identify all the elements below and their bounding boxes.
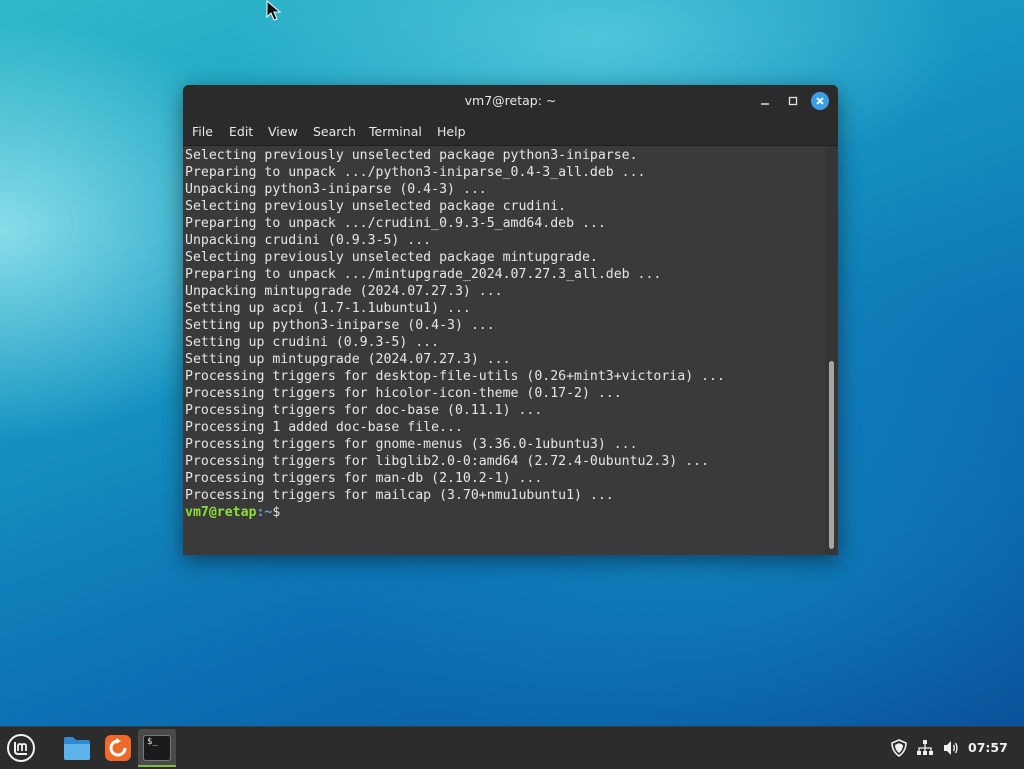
- menu-search[interactable]: Search: [313, 124, 356, 139]
- terminal-line: Processing 1 added doc-base file...: [185, 420, 463, 435]
- menu-view[interactable]: View: [268, 124, 298, 139]
- network-icon: [917, 740, 933, 755]
- maximize-icon: [788, 96, 798, 106]
- files-icon: [64, 737, 90, 760]
- update-manager-launcher[interactable]: [101, 731, 135, 765]
- terminal-lines: Selecting previously unselected package …: [185, 147, 725, 521]
- terminal-line: Selecting previously unselected package …: [185, 199, 567, 214]
- taskbar: $_ 07:57: [0, 726, 1024, 769]
- prompt-user-host: vm7@retap: [185, 505, 257, 520]
- active-window-indicator: [138, 765, 176, 767]
- terminal-window[interactable]: vm7@retap: ~ File Edit View Search Termi…: [183, 85, 838, 555]
- menu-bar: File Edit View Search Terminal Help: [183, 117, 838, 146]
- terminal-line: Unpacking mintupgrade (2024.07.27.3) ...: [185, 284, 503, 299]
- terminal-line: Preparing to unpack .../mintupgrade_2024…: [185, 267, 662, 282]
- terminal-line: Processing triggers for mailcap (3.70+nm…: [185, 488, 614, 503]
- menu-help[interactable]: Help: [437, 124, 466, 139]
- firewall-tray-button[interactable]: [889, 738, 909, 758]
- minimize-button[interactable]: [755, 91, 775, 111]
- terminal-line: Processing triggers for man-db (2.10.2-1…: [185, 471, 543, 486]
- close-button[interactable]: [811, 92, 829, 110]
- text-cursor: [280, 504, 288, 518]
- mint-menu-icon: [7, 734, 35, 762]
- mint-menu-button[interactable]: [4, 731, 38, 765]
- terminal-line: Selecting previously unselected package …: [185, 148, 638, 163]
- shield-icon: [891, 739, 907, 757]
- scrollbar-thumb[interactable]: [829, 361, 834, 549]
- terminal-line: Preparing to unpack .../crudini_0.9.3-5_…: [185, 216, 606, 231]
- files-launcher[interactable]: [60, 731, 94, 765]
- terminal-prompt[interactable]: vm7@retap:~$: [185, 504, 725, 521]
- terminal-output[interactable]: Selecting previously unselected package …: [183, 146, 825, 555]
- terminal-line: Setting up acpi (1.7-1.1ubuntu1) ...: [185, 301, 471, 316]
- window-titlebar[interactable]: vm7@retap: ~: [183, 85, 838, 117]
- terminal-line: Processing triggers for libglib2.0-0:amd…: [185, 454, 710, 469]
- terminal-line: Preparing to unpack .../python3-iniparse…: [185, 165, 646, 180]
- terminal-line: Unpacking python3-iniparse (0.4-3) ...: [185, 182, 487, 197]
- close-icon: [816, 97, 824, 105]
- terminal-line: Unpacking crudini (0.9.3-5) ...: [185, 233, 432, 248]
- mouse-pointer-icon: [266, 0, 282, 21]
- terminal-line: Processing triggers for hicolor-icon-the…: [185, 386, 622, 401]
- terminal-line: Selecting previously unselected package …: [185, 250, 598, 265]
- terminal-line: Processing triggers for doc-base (0.11.1…: [185, 403, 543, 418]
- terminal-line: Setting up crudini (0.9.3-5) ...: [185, 335, 440, 350]
- terminal-scrollbar[interactable]: [825, 146, 838, 555]
- minimize-icon: [761, 103, 769, 105]
- taskbar-clock[interactable]: 07:57: [968, 740, 1008, 755]
- menu-terminal[interactable]: Terminal: [369, 124, 422, 139]
- prompt-symbol: $: [272, 505, 281, 520]
- terminal-line: Processing triggers for gnome-menus (3.3…: [185, 437, 638, 452]
- window-title: vm7@retap: ~: [464, 93, 557, 108]
- terminal-line: Setting up python3-iniparse (0.4-3) ...: [185, 318, 495, 333]
- terminal-line: Setting up mintupgrade (2024.07.27.3) ..…: [185, 352, 511, 367]
- network-tray-button[interactable]: [915, 738, 935, 758]
- menu-edit[interactable]: Edit: [229, 124, 253, 139]
- terminal-launcher[interactable]: $_: [138, 729, 176, 767]
- terminal-line: Processing triggers for desktop-file-uti…: [185, 369, 725, 384]
- terminal-icon: $_: [143, 735, 171, 761]
- volume-tray-button[interactable]: [941, 738, 961, 758]
- update-manager-icon: [105, 735, 131, 761]
- prompt-path: :~: [256, 505, 273, 520]
- desktop-background: vm7@retap: ~ File Edit View Search Termi…: [0, 0, 1024, 769]
- menu-file[interactable]: File: [192, 124, 213, 139]
- maximize-button[interactable]: [783, 91, 803, 111]
- volume-icon: [944, 741, 958, 755]
